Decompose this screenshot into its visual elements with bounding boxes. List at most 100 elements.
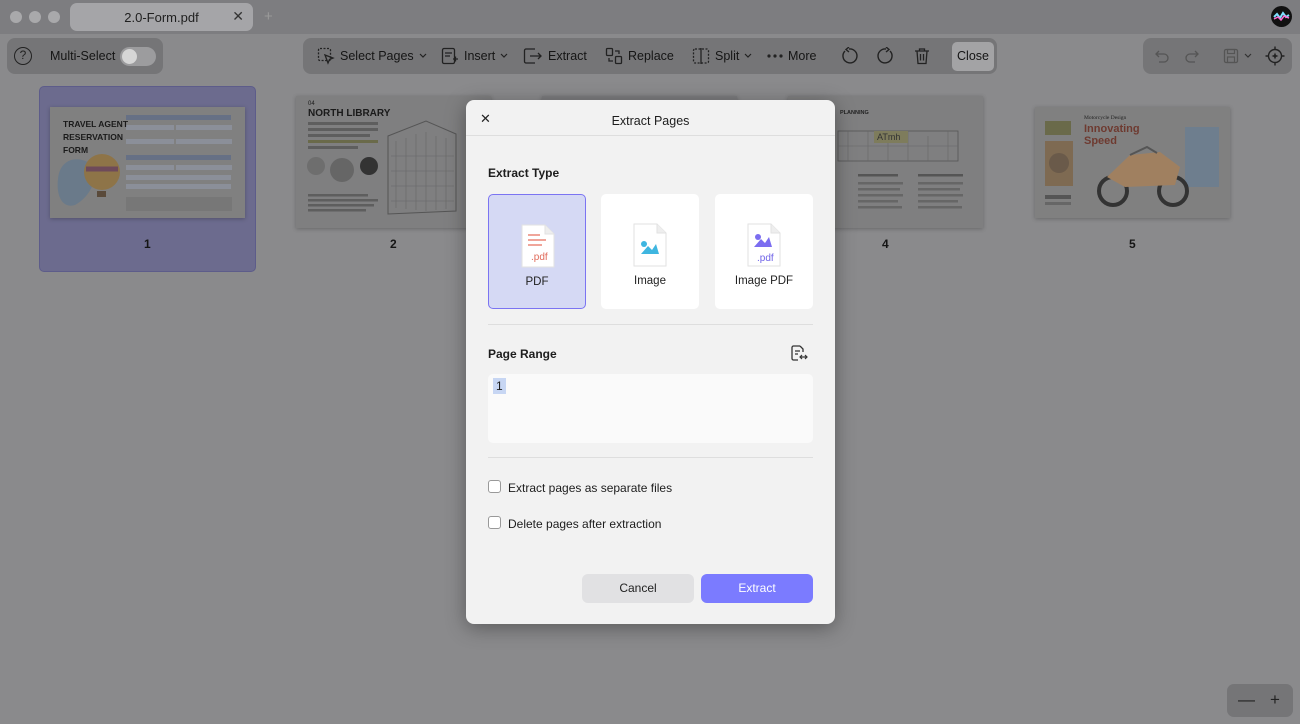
option-image-pdf[interactable]: .pdf Image PDF	[715, 194, 813, 309]
separate-files-label: Extract pages as separate files	[508, 481, 673, 495]
divider	[488, 457, 813, 458]
page-range-value: 1	[493, 378, 506, 394]
dialog-title: Extract Pages	[611, 114, 690, 128]
page-thumbnail-1[interactable]: TRAVEL AGENT RESERVATION FORM	[50, 107, 245, 218]
page-1-title-line-1: TRAVEL AGENT	[63, 119, 129, 129]
pdf-file-icon: .pdf	[521, 224, 555, 268]
split-icon	[692, 48, 710, 64]
redo-icon	[1185, 50, 1199, 63]
page-range-toggle-icon[interactable]	[790, 344, 808, 362]
replace-label: Replace	[628, 49, 674, 63]
rotate-right-icon	[877, 47, 893, 64]
option-image-label: Image	[634, 275, 666, 287]
replace-icon	[605, 47, 623, 65]
page-5-subtitle: Motorcycle Design	[1084, 115, 1127, 121]
page-thumbnail-2[interactable]: 04 NORTH LIBRARY	[296, 96, 491, 228]
document-tab[interactable]: 2.0-Form.pdf ✕	[70, 3, 253, 31]
extract-button[interactable]: Extract	[523, 46, 587, 66]
chevron-down-icon	[419, 53, 427, 58]
redo-button[interactable]	[1185, 46, 1201, 66]
zoom-in-button[interactable]: +	[1270, 690, 1280, 710]
rotate-right-button[interactable]	[877, 46, 895, 66]
insert-label: Insert	[464, 49, 496, 63]
page-4-heading: PLANNING	[840, 110, 869, 116]
window-zoom-button[interactable]	[48, 11, 60, 23]
rotate-left-button[interactable]	[840, 46, 858, 66]
chevron-down-icon	[500, 53, 508, 58]
page-range-label: Page Range	[488, 347, 557, 361]
select-pages-icon	[317, 47, 335, 65]
delete-pages-checkbox[interactable]	[488, 516, 501, 529]
split-label: Split	[715, 49, 740, 63]
select-pages-label: Select Pages	[340, 49, 414, 63]
page-range-input[interactable]: 1	[488, 374, 813, 443]
multi-select-label: Multi-Select	[50, 49, 116, 63]
title-bar: 2.0-Form.pdf ✕ +	[0, 0, 1300, 34]
cancel-button[interactable]: Cancel	[582, 574, 694, 603]
option-pdf[interactable]: .pdf PDF	[488, 194, 586, 309]
page-number-4: 4	[882, 237, 889, 251]
extract-pages-dialog: ✕ Extract Pages Extract Type .pdf PDF Im…	[466, 100, 835, 624]
undo-icon	[1155, 50, 1169, 63]
tab-close-icon[interactable]: ✕	[232, 8, 244, 25]
extract-label: Extract	[548, 49, 587, 63]
page-5-title-line-1: Innovating	[1084, 123, 1140, 135]
delete-pages-label: Delete pages after extraction	[508, 517, 662, 531]
chevron-down-icon	[744, 53, 752, 58]
left-toolbar: ? Multi-Select	[7, 38, 163, 74]
page-number-1: 1	[144, 237, 151, 251]
split-button[interactable]: Split	[692, 46, 752, 66]
page-5-title-line-2: Speed	[1084, 135, 1118, 147]
image-pdf-badge-text: .pdf	[757, 253, 774, 264]
ai-assistant-icon	[1265, 46, 1285, 66]
extract-type-label: Extract Type	[488, 166, 560, 180]
save-icon	[1223, 48, 1239, 64]
page-number-2: 2	[390, 237, 397, 251]
more-label: More	[788, 49, 817, 63]
multi-select-toggle[interactable]	[120, 47, 156, 66]
toggle-knob	[122, 49, 137, 64]
more-icon	[767, 54, 783, 58]
insert-icon	[441, 47, 458, 65]
extract-icon	[523, 48, 542, 64]
page-2-number-text: 04	[308, 101, 315, 107]
chevron-down-icon	[1244, 53, 1252, 58]
page-1-title-line-3: FORM	[63, 145, 89, 155]
page-4-sketch-text: ATmh	[877, 132, 901, 142]
ai-assistant-button[interactable]	[1265, 46, 1285, 66]
close-button[interactable]: Close	[952, 42, 994, 71]
save-button[interactable]	[1223, 46, 1252, 66]
divider	[488, 324, 813, 325]
image-pdf-file-icon: .pdf	[747, 223, 781, 267]
more-button[interactable]: More	[767, 46, 816, 66]
insert-button[interactable]: Insert	[441, 46, 508, 66]
select-pages-button[interactable]: Select Pages	[317, 46, 427, 66]
page-toolbar: Select Pages Insert Extract Replace Spli…	[303, 38, 997, 74]
window-minimize-button[interactable]	[29, 11, 41, 23]
image-file-icon	[633, 223, 667, 267]
help-icon[interactable]: ?	[14, 47, 32, 65]
extract-confirm-button[interactable]: Extract	[701, 574, 813, 603]
app-avatar-icon[interactable]	[1271, 6, 1292, 27]
zoom-out-button[interactable]: —	[1238, 690, 1255, 710]
page-number-5: 5	[1129, 237, 1136, 251]
zoom-control: — +	[1227, 684, 1293, 717]
rotate-left-icon	[842, 47, 858, 64]
undo-button[interactable]	[1153, 46, 1169, 66]
window-close-button[interactable]	[10, 11, 22, 23]
page-2-title: NORTH LIBRARY	[308, 108, 391, 119]
option-image[interactable]: Image	[601, 194, 699, 309]
option-image-pdf-label: Image PDF	[734, 275, 794, 287]
tab-title: 2.0-Form.pdf	[124, 10, 199, 25]
delete-button[interactable]	[914, 46, 930, 66]
new-tab-button[interactable]: +	[264, 8, 273, 25]
divider	[466, 135, 835, 136]
page-1-title-line-2: RESERVATION	[63, 132, 123, 142]
option-pdf-label: PDF	[525, 276, 549, 288]
replace-button[interactable]: Replace	[605, 46, 674, 66]
separate-files-checkbox[interactable]	[488, 480, 501, 493]
page-thumbnail-5[interactable]: Motorcycle Design Innovating Speed	[1035, 107, 1230, 218]
right-toolbar	[1143, 38, 1292, 74]
trash-icon	[915, 48, 929, 65]
pdf-badge-text: .pdf	[531, 252, 548, 263]
